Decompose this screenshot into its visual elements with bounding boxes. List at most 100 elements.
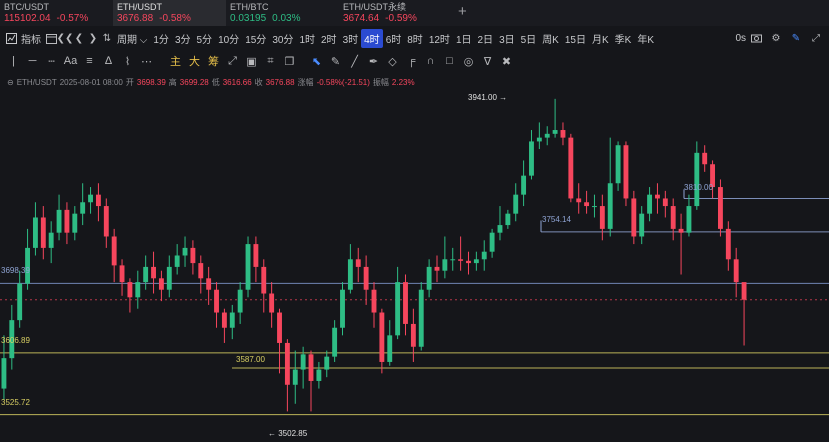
- measure-icon[interactable]: ╒: [402, 55, 421, 67]
- interval-button[interactable]: 2日: [475, 29, 497, 48]
- parallel-lines-icon[interactable]: ≡: [80, 55, 99, 67]
- info-datetime: 2025-08-01 08:00: [59, 77, 123, 87]
- rewind-icon[interactable]: ❮❮: [57, 31, 74, 45]
- text-tool-icon[interactable]: Aa: [61, 55, 80, 67]
- collapse-icon[interactable]: ⊖: [7, 78, 14, 87]
- candle-body: [17, 283, 23, 321]
- camera-icon[interactable]: [749, 31, 763, 45]
- main-force-tool[interactable]: 主: [166, 53, 185, 69]
- candle-body: [355, 259, 361, 267]
- interval-button[interactable]: 5分: [194, 29, 216, 48]
- candle-body: [198, 263, 204, 279]
- candle-body: [521, 175, 527, 195]
- edit-pencil-icon[interactable]: ✎: [789, 31, 803, 45]
- tab-eth-btc[interactable]: ETH/BTC 0.03195 0.03%: [226, 0, 339, 26]
- interval-button[interactable]: 4时: [361, 28, 383, 48]
- candle-body: [733, 259, 739, 283]
- candle-body: [434, 266, 440, 271]
- brush-icon[interactable]: ⌇: [118, 55, 137, 68]
- crop-icon[interactable]: ❐: [280, 55, 299, 68]
- tab-eth-usdt-perp[interactable]: ETH/USDT永续 3674.64 -0.59%: [339, 0, 452, 26]
- cursor-link-icon[interactable]: ⬉: [307, 55, 326, 68]
- interval-button[interactable]: 15日: [562, 29, 589, 48]
- eye-icon[interactable]: ◎: [459, 55, 478, 68]
- interval-button[interactable]: 月K: [589, 29, 612, 48]
- interval-button[interactable]: 周K: [539, 29, 562, 48]
- interval-button[interactable]: 季K: [612, 29, 635, 48]
- candle-body: [371, 289, 377, 313]
- chip-distribution-tool[interactable]: 筹: [204, 53, 223, 69]
- tab-eth-usdt[interactable]: ETH/USDT 3676.88 -0.58%: [113, 0, 226, 26]
- interval-list: 1分 3分 5分 10分 15分 30分 1时 2时 3时 4时 6时 8时 12时 1日 2日 3日 5日 周K…: [150, 28, 657, 48]
- image-icon[interactable]: ▣: [242, 55, 261, 68]
- trash-icon[interactable]: ✖: [497, 55, 516, 68]
- brush-tool-icon[interactable]: ✒: [364, 55, 383, 68]
- interval-button[interactable]: 年K: [634, 29, 657, 48]
- big-order-tool[interactable]: 大: [185, 53, 204, 69]
- indicator-icon[interactable]: [4, 31, 18, 45]
- lock-icon[interactable]: □: [440, 55, 459, 67]
- amplitude-label: 振幅: [372, 77, 389, 87]
- filter-icon[interactable]: ∇: [478, 55, 497, 68]
- fullscreen-icon[interactable]: ⤢: [809, 31, 823, 45]
- magnet-icon[interactable]: ∩: [421, 55, 440, 67]
- min-price-label: ← 3502.85: [268, 429, 308, 439]
- tab-name: ETH/BTC: [230, 2, 269, 12]
- settings-icon[interactable]: ⚙: [769, 31, 783, 45]
- period-dropdown[interactable]: 周期 ⌵: [114, 29, 150, 48]
- interval-button[interactable]: 5日: [518, 29, 540, 48]
- candle-body: [135, 282, 141, 298]
- max-price-label: 3941.00 →: [468, 92, 508, 102]
- add-tab-icon[interactable]: +: [458, 3, 467, 20]
- candle-body: [529, 141, 534, 176]
- candle-body: [489, 232, 495, 252]
- change-label: 涨幅: [297, 77, 314, 87]
- candlestick-chart[interactable]: [0, 88, 829, 442]
- more-dots-icon[interactable]: ⋯: [137, 55, 156, 68]
- close-label: 收: [254, 77, 263, 87]
- sort-icon[interactable]: ⇅: [100, 31, 114, 45]
- price-level-label: 3810.00: [684, 183, 713, 193]
- interval-button[interactable]: 12时: [426, 29, 453, 48]
- candle-body: [631, 198, 637, 237]
- candle-body: [647, 194, 653, 214]
- interval-button[interactable]: 2时: [318, 29, 340, 48]
- candle-body: [599, 206, 605, 229]
- tab-change: -0.58%: [159, 13, 191, 24]
- expand-icon[interactable]: ⤢: [223, 55, 242, 68]
- candle-body: [655, 194, 660, 199]
- dashed-line-icon[interactable]: ┄: [42, 55, 61, 68]
- candle-body: [316, 369, 322, 381]
- candle-body: [340, 289, 345, 328]
- interval-button[interactable]: 1日: [453, 29, 475, 48]
- ohlc-info-line: ⊖ ETH/USDT 2025-08-01 08:00 开 3698.39 高 36…: [0, 76, 418, 88]
- candle-body: [694, 152, 700, 207]
- pencil-icon[interactable]: ✎: [326, 55, 345, 68]
- indicator-button[interactable]: 指标: [18, 29, 44, 48]
- candle-body: [347, 259, 353, 290]
- interval-button[interactable]: 10分: [215, 29, 242, 48]
- interval-button[interactable]: 1分: [150, 29, 172, 48]
- ruler-icon[interactable]: ╱: [345, 55, 364, 68]
- candle-body: [473, 259, 479, 264]
- interval-button[interactable]: 8时: [404, 29, 426, 48]
- candle-body: [387, 335, 393, 362]
- vertical-line-icon[interactable]: |: [4, 55, 23, 67]
- interval-button[interactable]: 3分: [172, 29, 194, 48]
- interval-button[interactable]: 3日: [496, 29, 518, 48]
- candle-body: [284, 342, 290, 385]
- candle-body: [261, 266, 267, 294]
- eraser-icon[interactable]: ◇: [383, 55, 402, 68]
- interval-button[interactable]: 30分: [269, 29, 296, 48]
- chevron-left-icon[interactable]: ❮: [72, 31, 86, 45]
- candle-body: [426, 266, 432, 290]
- tab-btc-usdt[interactable]: BTC/USDT 115102.04 -0.57%: [0, 0, 113, 26]
- interval-button[interactable]: 3时: [340, 29, 362, 48]
- interval-button[interactable]: 6时: [383, 29, 405, 48]
- chevron-right-icon[interactable]: ❯: [86, 31, 100, 45]
- grid-icon[interactable]: ⌗: [261, 55, 280, 68]
- interval-button[interactable]: 1时: [296, 29, 318, 48]
- triangle-icon[interactable]: ∆: [99, 55, 118, 67]
- interval-button[interactable]: 15分: [242, 29, 269, 48]
- crosshair-line-icon[interactable]: ─: [23, 55, 42, 67]
